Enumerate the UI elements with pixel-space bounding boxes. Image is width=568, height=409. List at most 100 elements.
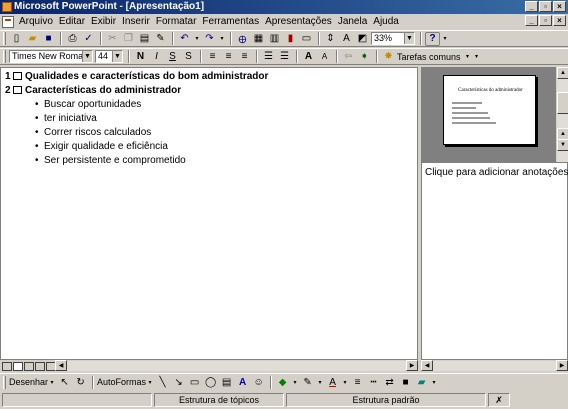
cut-icon[interactable]: ✂ [105, 32, 120, 46]
expand-all-icon[interactable]: ⇕ [323, 32, 338, 46]
help-icon[interactable]: ? [425, 31, 440, 46]
slide-icon[interactable] [13, 72, 22, 80]
format-painter-icon[interactable]: ✎ [153, 32, 168, 46]
font-color-dropdown-icon[interactable]: ▾ [341, 375, 349, 389]
notes-pane[interactable]: Clique para adicionar anotações [421, 162, 568, 360]
scroll-left-icon[interactable]: ◀ [55, 360, 67, 371]
spelling-icon[interactable]: ✓ [81, 32, 96, 46]
menu-arquivo[interactable]: Arquivo [16, 14, 56, 30]
notes-placeholder[interactable]: Clique para adicionar anotações [425, 167, 568, 178]
tasks-button[interactable]: Tarefas comuns [397, 52, 461, 62]
rectangle-icon[interactable]: ▭ [187, 375, 202, 389]
autoshapes-menu[interactable]: AutoFormas [97, 377, 146, 387]
open-icon[interactable]: ▰ [25, 32, 40, 46]
wordart-icon[interactable]: A [235, 375, 250, 389]
menu-ajuda[interactable]: Ajuda [370, 14, 402, 30]
toolbar-grip[interactable] [3, 375, 6, 389]
paste-icon[interactable]: ▤ [137, 32, 152, 46]
doc-close-button[interactable]: × [553, 15, 566, 26]
bullet-item[interactable]: • Exigir qualidade e eficiência [35, 141, 168, 152]
menu-inserir[interactable]: Inserir [119, 14, 153, 30]
menu-exibir[interactable]: Exibir [88, 14, 119, 30]
document-icon[interactable] [2, 16, 14, 28]
new-slide-icon[interactable]: ▭ [299, 32, 314, 46]
tasks-icon[interactable]: ✸ [381, 50, 396, 64]
align-right-icon[interactable]: ≡ [237, 50, 252, 64]
grayscale-icon[interactable]: ◩ [355, 32, 370, 46]
underline-button[interactable]: S [165, 50, 180, 64]
draw-dropdown-icon[interactable]: ▾ [48, 375, 56, 389]
preview-scrollbar[interactable]: ▲ ▲ ▼ [556, 67, 568, 162]
numbering-icon[interactable]: ☰ [261, 50, 276, 64]
decrease-font-icon[interactable]: A [317, 50, 332, 64]
slide-title[interactable]: Qualidades e características do bom admi… [25, 71, 268, 82]
oval-icon[interactable]: ◯ [203, 375, 218, 389]
undo-icon[interactable]: ↶ [177, 32, 192, 46]
outline-view-icon[interactable] [13, 361, 23, 371]
select-objects-icon[interactable]: ↖ [57, 375, 72, 389]
tasks-dropdown-icon[interactable]: ▾ [464, 50, 472, 64]
font-color-icon[interactable]: A [325, 375, 340, 389]
menu-janela[interactable]: Janela [335, 14, 370, 30]
menu-editar[interactable]: Editar [56, 14, 88, 30]
promote-icon[interactable]: ⇦ [341, 50, 356, 64]
toolbar-options-icon[interactable]: ▾ [473, 50, 481, 64]
menu-ferramentas[interactable]: Ferramentas [199, 14, 262, 30]
toolbar-grip[interactable] [3, 50, 6, 63]
increase-font-icon[interactable]: A [301, 50, 316, 64]
bullets-icon[interactable]: ☰ [277, 50, 292, 64]
print-icon[interactable]: ⎙ [65, 32, 80, 46]
scroll-right-icon[interactable]: ▶ [406, 360, 418, 371]
bullet-item[interactable]: • Ser persistente e comprometido [35, 155, 186, 166]
menu-apresentacoes[interactable]: Apresentações [262, 14, 335, 30]
bullet-item[interactable]: • ter iniciativa [35, 113, 97, 124]
slide-title[interactable]: Características do administrador [25, 85, 181, 96]
draw-menu[interactable]: Desenhar [9, 377, 48, 387]
scroll-thumb[interactable] [557, 92, 568, 114]
maximize-button[interactable]: ▫ [539, 1, 552, 12]
powerpoint-app-icon[interactable] [2, 2, 12, 12]
italic-button[interactable]: I [149, 50, 164, 64]
bullet-item[interactable]: • Buscar oportunidades [35, 99, 141, 110]
fill-dropdown-icon[interactable]: ▾ [291, 375, 299, 389]
shadow-icon[interactable]: ■ [398, 375, 413, 389]
dash-style-icon[interactable]: ┅ [366, 375, 381, 389]
autoshapes-dropdown-icon[interactable]: ▾ [146, 375, 154, 389]
scroll-right-icon[interactable]: ▶ [556, 360, 568, 371]
notes-hscrollbar[interactable]: ◀ ▶ [421, 360, 568, 371]
next-slide-icon[interactable]: ▼ [557, 139, 568, 151]
demote-icon[interactable]: ➧ [357, 50, 372, 64]
bold-button[interactable]: N [133, 50, 148, 64]
new-icon[interactable]: ▯ [9, 32, 24, 46]
hyperlink-icon[interactable]: 🜨 [235, 32, 250, 46]
slide-thumbnail[interactable]: Características do administrador [443, 75, 536, 145]
clipart-icon[interactable]: ☺ [251, 375, 266, 389]
toolbar-options-icon[interactable]: ▾ [441, 32, 449, 46]
slide-sorter-icon[interactable] [35, 361, 45, 371]
show-formatting-icon[interactable]: A [339, 32, 354, 46]
chart-icon[interactable]: ▮ [283, 32, 298, 46]
outline-hscrollbar[interactable]: ◀ ▶ [55, 360, 418, 371]
status-design[interactable]: Estrutura padrão [286, 393, 486, 407]
outline-pane[interactable]: 1 Qualidades e características do bom adm… [0, 67, 418, 360]
arrow-style-icon[interactable]: ⇄ [382, 375, 397, 389]
undo-dropdown-icon[interactable]: ▾ [193, 32, 201, 46]
line-color-dropdown-icon[interactable]: ▾ [316, 375, 324, 389]
3d-icon[interactable]: ▰ [414, 375, 429, 389]
slide-icon[interactable] [13, 86, 22, 94]
slide-view-icon[interactable] [24, 361, 34, 371]
toolbar-grip[interactable] [3, 32, 6, 45]
toolbar-options-icon[interactable]: ▾ [430, 375, 438, 389]
align-center-icon[interactable]: ≡ [221, 50, 236, 64]
redo-icon[interactable]: ↷ [202, 32, 217, 46]
normal-view-icon[interactable] [2, 361, 12, 371]
spelling-status-icon[interactable]: ✗ [488, 393, 510, 407]
line-icon[interactable]: ╲ [155, 375, 170, 389]
redo-dropdown-icon[interactable]: ▾ [218, 32, 226, 46]
font-select[interactable]: Times New Roman ▼ [9, 50, 93, 63]
align-left-icon[interactable]: ≡ [205, 50, 220, 64]
textbox-icon[interactable]: ▤ [219, 375, 234, 389]
minimize-button[interactable]: _ [525, 1, 538, 12]
line-style-icon[interactable]: ≡ [350, 375, 365, 389]
fill-color-icon[interactable]: ◆ [275, 375, 290, 389]
